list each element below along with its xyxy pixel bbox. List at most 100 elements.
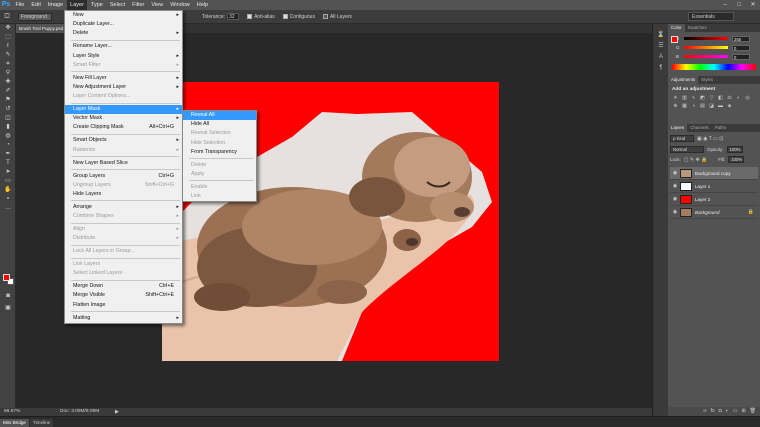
levels-icon[interactable]: ▥ <box>681 95 688 101</box>
gradient-map-icon[interactable]: ▬ <box>717 103 724 109</box>
layer-name[interactable]: Layer 2 <box>695 197 710 202</box>
menu-item-align[interactable]: Align ▸ <box>65 225 182 234</box>
menu-item-layer-style[interactable]: Layer Style ▸ <box>65 52 182 61</box>
menu-item-arrange[interactable]: Arrange ▸ <box>65 203 182 212</box>
menu-item-select-linked-layers[interactable]: Select Linked Layers <box>65 269 182 278</box>
quick-select-tool-icon[interactable]: ✎ <box>0 51 16 60</box>
menu-item-layer-mask[interactable]: Layer Mask ▸ <box>65 105 182 115</box>
crop-tool-icon[interactable]: ⌗ <box>0 60 16 69</box>
menu-item-ungroup-layers[interactable]: Ungroup Layers Shift+Ctrl+G <box>65 181 182 190</box>
menu-item-flatten-image[interactable]: Flatten Image <box>65 301 182 310</box>
slider-b-value[interactable]: 0 <box>732 53 750 60</box>
trash-icon[interactable]: 🗑 <box>750 407 756 416</box>
black-white-icon[interactable]: ◐ <box>735 95 742 101</box>
tab-color[interactable]: Color <box>668 24 685 32</box>
link-layers-icon[interactable]: ∞ <box>703 407 707 416</box>
menu-item-smart-filter[interactable]: Smart Filter ▸ <box>65 61 182 70</box>
fill-source-dropdown[interactable]: Foreground <box>18 12 52 21</box>
slider-r-track[interactable] <box>684 37 728 40</box>
menu-item-delete[interactable]: Delete <box>183 161 256 170</box>
tab-channels[interactable]: Channels <box>687 124 712 132</box>
menu-select[interactable]: Select <box>106 0 128 10</box>
quick-mask-icon[interactable]: ◙ <box>0 292 16 301</box>
hue-saturation-icon[interactable]: ◧ <box>717 95 724 101</box>
menu-image[interactable]: Image <box>44 0 66 10</box>
type-tool-icon[interactable]: T <box>0 159 16 168</box>
menu-item-vector-mask[interactable]: Vector Mask ▸ <box>65 114 182 123</box>
menu-item-hide-all[interactable]: Hide All <box>183 120 256 129</box>
visibility-eye-icon[interactable]: ◉ <box>670 196 680 202</box>
menu-item-reveal-all[interactable]: Reveal All <box>183 111 256 121</box>
character-panel-icon[interactable]: A <box>653 52 669 63</box>
foreground-color-swatch[interactable] <box>3 274 10 281</box>
color-lookup-icon[interactable]: ▦ <box>681 103 688 109</box>
tab-mini-bridge[interactable]: Mini Bridge <box>0 419 29 427</box>
menu-item-from-transparency[interactable]: From Transparency <box>183 148 256 157</box>
maximize-button[interactable]: □ <box>732 0 746 10</box>
zoom-tool-icon[interactable]: ⚬ <box>0 195 16 204</box>
menu-item-matting[interactable]: Matting ▸ <box>65 314 182 323</box>
opacity-input[interactable]: 100% <box>726 146 743 153</box>
menu-item-hide-selection[interactable]: Hide Selection <box>183 139 256 148</box>
properties-panel-icon[interactable]: ☰ <box>653 41 669 52</box>
add-mask-icon[interactable]: ◘ <box>719 407 722 416</box>
paint-bucket-icon[interactable]: ⛋ <box>0 13 14 21</box>
photo-filter-icon[interactable]: ◎ <box>744 95 751 101</box>
menu-item-combine-shapes[interactable]: Combine Shapes ▸ <box>65 212 182 221</box>
menu-item-create-clipping-mask[interactable]: Create Clipping Mask Alt+Ctrl+G <box>65 123 182 132</box>
marquee-tool-icon[interactable]: ⬚ <box>0 33 16 42</box>
slider-r[interactable]: R 255 <box>668 34 760 43</box>
layer-row-layer-2[interactable]: ◉ Layer 2 <box>670 193 758 206</box>
menu-item-smart-objects[interactable]: Smart Objects ▸ <box>65 136 182 145</box>
menu-item-new-adjustment-layer[interactable]: New Adjustment Layer ▸ <box>65 83 182 92</box>
lasso-tool-icon[interactable]: ℓ <box>0 42 16 51</box>
move-tool-icon[interactable]: ✥ <box>0 24 16 33</box>
menu-window[interactable]: Window <box>167 0 194 10</box>
color-spectrum[interactable] <box>672 64 756 70</box>
menu-file[interactable]: File <box>12 0 28 10</box>
path-select-tool-icon[interactable]: ➤ <box>0 168 16 177</box>
fill-input[interactable]: 100% <box>728 156 745 163</box>
visibility-eye-icon[interactable]: ◉ <box>670 209 680 215</box>
menu-type[interactable]: Type <box>87 0 106 10</box>
more-tools-icon[interactable]: … <box>0 204 16 213</box>
tab-paths[interactable]: Paths <box>712 124 729 132</box>
channel-mixer-icon[interactable]: ⊕ <box>672 103 679 109</box>
layer-row-background[interactable]: ◉ Background 🔒 <box>670 206 758 219</box>
slider-g-track[interactable] <box>684 46 728 49</box>
menu-item-duplicate-layer[interactable]: Duplicate Layer... <box>65 20 182 29</box>
document-tab[interactable]: Brush Tool Puppy.psd <box>16 24 64 33</box>
fx-icon[interactable]: fx <box>711 407 715 416</box>
anti-alias-checkbox[interactable] <box>247 14 253 19</box>
slider-g-value[interactable]: 0 <box>732 44 750 51</box>
adjustment-layer-icon[interactable]: ◐ <box>726 407 729 416</box>
history-brush-tool-icon[interactable]: ↺ <box>0 105 16 114</box>
lock-icons[interactable]: ▢ ✎ ✥ 🔒 <box>684 157 708 163</box>
slider-b-track[interactable] <box>684 55 728 58</box>
menu-item-new-layer-based-slice[interactable]: New Layer Based Slice <box>65 159 182 168</box>
tab-adjustments[interactable]: Adjustments <box>668 76 699 84</box>
menu-view[interactable]: View <box>148 0 167 10</box>
menu-item-delete[interactable]: Delete ▸ <box>65 29 182 38</box>
visibility-eye-icon[interactable]: ◉ <box>670 170 680 176</box>
menu-item-rasterize[interactable]: Rasterize ▸ <box>65 146 182 155</box>
layer-filter-dropdown[interactable]: ρ Kind <box>670 135 694 142</box>
layer-row-layer-1[interactable]: ◉ Layer 1 <box>670 180 758 193</box>
slider-r-value[interactable]: 255 <box>732 35 750 42</box>
tab-swatches[interactable]: Swatches <box>685 24 710 32</box>
minimize-button[interactable]: – <box>718 0 732 10</box>
new-layer-icon[interactable]: ⊞ <box>741 407 745 416</box>
history-panel-icon[interactable]: ⌛ <box>653 30 669 41</box>
invert-icon[interactable]: ◑ <box>690 103 697 109</box>
close-button[interactable]: ✕ <box>746 0 760 10</box>
layer-row-background-copy[interactable]: ◉ Background copy <box>670 167 758 180</box>
tab-timeline[interactable]: Timeline <box>29 419 54 427</box>
menu-item-merge-down[interactable]: Merge Down Ctrl+E <box>65 282 182 291</box>
color-fg-swatch[interactable] <box>671 36 678 43</box>
workspace-dropdown[interactable]: Essentials <box>688 12 734 21</box>
zoom-level[interactable]: 66.67% <box>4 408 20 416</box>
menu-item-new[interactable]: New ▸ <box>65 11 182 20</box>
blur-tool-icon[interactable]: ◍ <box>0 132 16 141</box>
threshold-icon[interactable]: ◪ <box>708 103 715 109</box>
menu-item-merge-visible[interactable]: Merge Visible Shift+Ctrl+E <box>65 291 182 300</box>
